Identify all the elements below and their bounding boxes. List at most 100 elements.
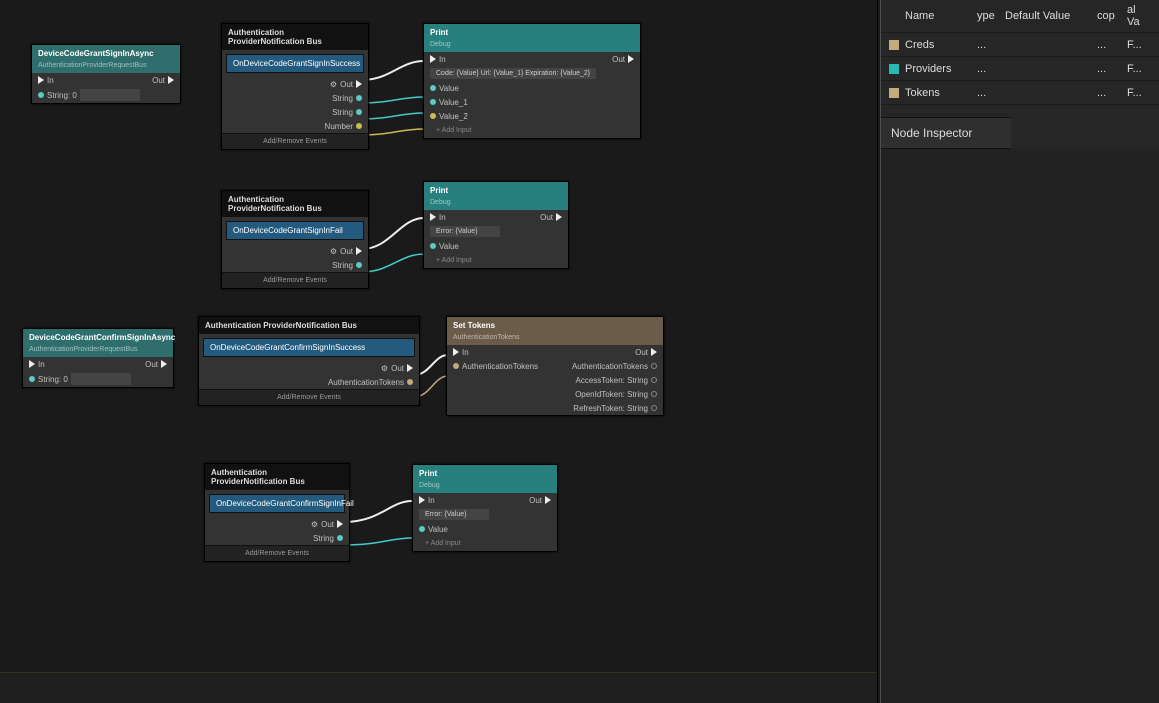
text-field[interactable] — [71, 373, 131, 385]
exec-out-port[interactable] — [628, 55, 634, 63]
table-header: Name ype Default Value cop al Va — [881, 0, 1159, 33]
exec-in-port[interactable] — [29, 360, 35, 368]
string-out-port[interactable] — [337, 535, 343, 541]
gear-icon[interactable]: ⚙ — [330, 247, 337, 256]
format-chip[interactable]: Error: {Value} — [419, 509, 489, 520]
node-auth-bus-confirm-success[interactable]: Authentication ProviderNotification Bus … — [198, 316, 420, 406]
col-cop[interactable]: cop — [1097, 10, 1127, 22]
var-type: ... — [977, 63, 1005, 75]
exec-out-port[interactable] — [356, 247, 362, 255]
col-alv[interactable]: al Va — [1127, 4, 1151, 28]
tokens-out-port[interactable] — [651, 363, 657, 369]
exec-out-port[interactable] — [356, 80, 362, 88]
value-port[interactable] — [430, 99, 436, 105]
string-out-port[interactable] — [356, 109, 362, 115]
node-title: Set Tokens — [447, 317, 663, 334]
string-port[interactable] — [29, 376, 35, 382]
node-title: Authentication ProviderNotification Bus — [205, 464, 349, 490]
add-remove-events[interactable]: Add/Remove Events — [205, 545, 349, 561]
exec-out-port[interactable] — [168, 76, 174, 84]
label: Value — [439, 242, 459, 251]
string-out-port[interactable] — [651, 391, 657, 397]
format-chip[interactable]: Code: {Value} Url: {Value_1} Expiration:… — [430, 68, 596, 79]
node-print-3[interactable]: Print Debug In Out Error: {Value} Value … — [412, 464, 558, 552]
value-port[interactable] — [430, 243, 436, 249]
node-print-2[interactable]: Print Debug In Out Error: {Value} Value … — [423, 181, 569, 269]
node-print-1[interactable]: Print Debug In Out Code: {Value} Url: {V… — [423, 23, 641, 139]
node-devicecodegrant-confirm[interactable]: DeviceCodeGrantConfirmSignInAsync Authen… — [22, 328, 174, 388]
add-input[interactable]: + Add Input — [419, 538, 467, 549]
node-devicecodegrant-signin[interactable]: DeviceCodeGrantSignInAsync Authenticatio… — [31, 44, 181, 104]
gear-icon[interactable]: ⚙ — [330, 80, 337, 89]
node-graph-canvas[interactable]: DeviceCodeGrantSignInAsync Authenticatio… — [0, 0, 878, 703]
var-type: ... — [977, 39, 1005, 51]
node-subtitle: Debug — [413, 482, 557, 493]
exec-in-port[interactable] — [430, 55, 436, 63]
var-name: Creds — [903, 39, 977, 51]
string-out-port[interactable] — [356, 262, 362, 268]
label: String: 0 — [47, 91, 77, 100]
exec-in-port[interactable] — [430, 213, 436, 221]
value-port[interactable] — [430, 85, 436, 91]
node-auth-bus-confirm-fail[interactable]: Authentication ProviderNotification Bus … — [204, 463, 350, 562]
number-out-port[interactable] — [356, 123, 362, 129]
label: String: 0 — [38, 375, 68, 384]
label: Out — [612, 55, 625, 64]
add-remove-events[interactable]: Add/Remove Events — [222, 133, 368, 149]
label: Out — [540, 213, 553, 222]
string-port[interactable] — [38, 92, 44, 98]
format-chip[interactable]: Error: {Value} — [430, 226, 500, 237]
gear-icon[interactable]: ⚙ — [311, 520, 318, 529]
exec-out-port[interactable] — [651, 348, 657, 356]
node-title: DeviceCodeGrantSignInAsync — [32, 45, 180, 62]
tokens-in-port[interactable] — [453, 363, 459, 369]
node-subtitle: AuthenticationTokens — [447, 334, 663, 345]
variables-table: Name ype Default Value cop al Va Creds..… — [881, 0, 1159, 105]
variable-row[interactable]: Creds......F... — [881, 33, 1159, 57]
col-type[interactable]: ype — [977, 10, 1005, 22]
label: AuthenticationTokens — [462, 362, 538, 371]
gear-icon[interactable]: ⚙ — [381, 364, 388, 373]
node-subtitle: AuthenticationProviderRequestBus — [23, 346, 173, 357]
exec-in-port[interactable] — [453, 348, 459, 356]
string-out-port[interactable] — [651, 405, 657, 411]
node-set-tokens[interactable]: Set Tokens AuthenticationTokens In Out A… — [446, 316, 664, 416]
node-title: DeviceCodeGrantConfirmSignInAsync — [23, 329, 173, 346]
add-input[interactable]: + Add Input — [430, 255, 478, 266]
col-name[interactable]: Name — [903, 10, 977, 22]
exec-out-port[interactable] — [337, 520, 343, 528]
string-out-port[interactable] — [651, 377, 657, 383]
node-auth-bus-signin-fail[interactable]: Authentication ProviderNotification Bus … — [221, 190, 369, 289]
label: In — [47, 76, 54, 85]
add-remove-events[interactable]: Add/Remove Events — [222, 272, 368, 288]
label: AuthenticationTokens — [572, 362, 648, 371]
text-field[interactable] — [80, 89, 140, 101]
string-out-port[interactable] — [356, 95, 362, 101]
label: Number — [325, 122, 353, 131]
add-remove-events[interactable]: Add/Remove Events — [199, 389, 419, 405]
exec-out-port[interactable] — [161, 360, 167, 368]
node-inspector-header[interactable]: Node Inspector — [881, 117, 1011, 149]
exec-out-port[interactable] — [407, 364, 413, 372]
col-default[interactable]: Default Value — [1005, 10, 1097, 22]
node-subtitle: AuthenticationProviderRequestBus — [32, 62, 180, 73]
value-port[interactable] — [430, 113, 436, 119]
value-port[interactable] — [419, 526, 425, 532]
node-auth-bus-signin-success[interactable]: Authentication ProviderNotification Bus … — [221, 23, 369, 150]
variable-row[interactable]: Providers......F... — [881, 57, 1159, 81]
node-title: Print — [413, 465, 557, 482]
exec-in-port[interactable] — [38, 76, 44, 84]
label: RefreshToken: String — [573, 404, 648, 413]
label: String — [332, 108, 353, 117]
label: Out — [529, 496, 542, 505]
exec-in-port[interactable] — [419, 496, 425, 504]
label: OpenIdToken: String — [575, 390, 648, 399]
variable-row[interactable]: Tokens......F... — [881, 81, 1159, 105]
node-subtitle: Debug — [424, 199, 568, 210]
label: AuthenticationTokens — [328, 378, 404, 387]
node-title: Authentication ProviderNotification Bus — [222, 191, 368, 217]
add-input[interactable]: + Add Input — [430, 125, 478, 136]
exec-out-port[interactable] — [545, 496, 551, 504]
exec-out-port[interactable] — [556, 213, 562, 221]
tokens-out-port[interactable] — [407, 379, 413, 385]
